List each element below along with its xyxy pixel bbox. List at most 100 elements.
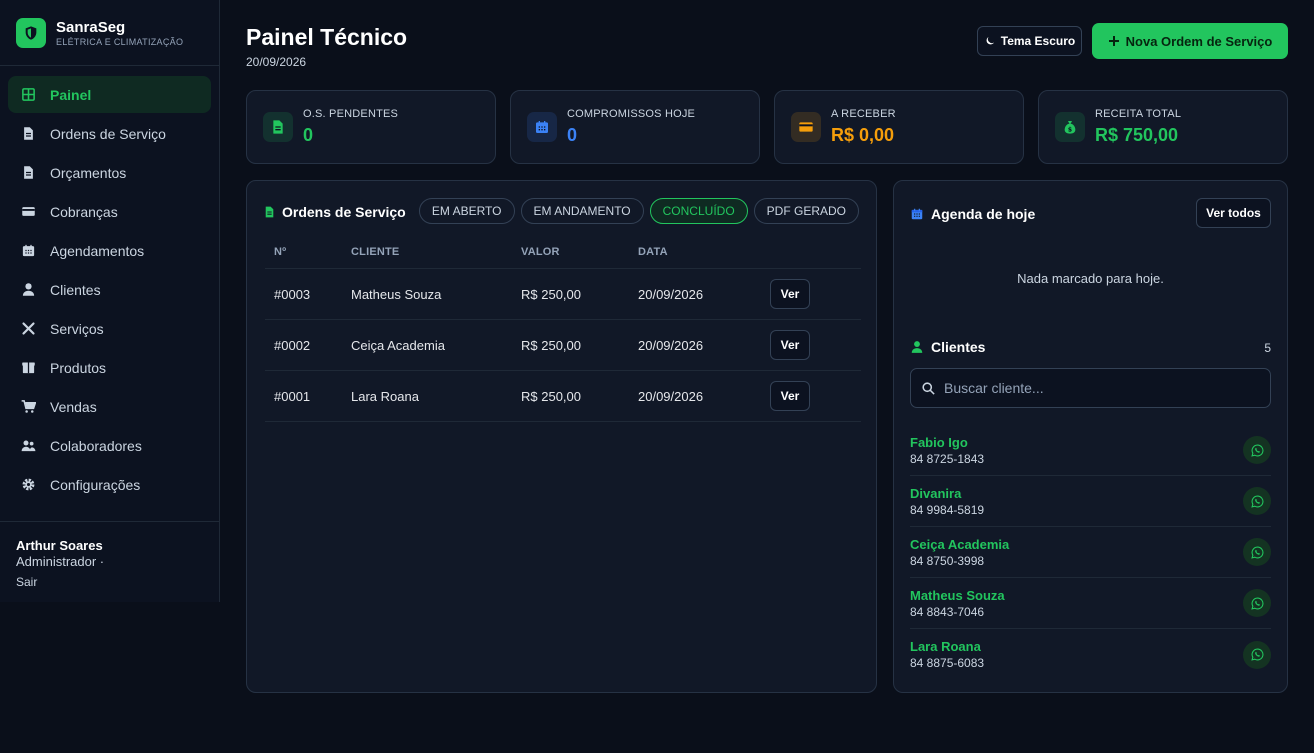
client-phone: 84 8843-7046 — [910, 604, 985, 619]
brand-subtitle: ELÉTRICA E CLIMATIZAÇÃO — [56, 36, 184, 47]
client-phone: 84 8725-1843 — [910, 451, 985, 466]
sidebar-item-clientes[interactable]: Clientes — [8, 271, 211, 308]
stat-value: 0 — [567, 125, 578, 145]
sidebar-item-label: Orçamentos — [50, 164, 127, 181]
stat-value: R$ 750,00 — [1095, 125, 1179, 145]
search-icon — [922, 381, 935, 395]
sidebar-item-vendas[interactable]: Vendas — [8, 388, 211, 425]
agenda-clients-panel: Agenda de hoje Ver todos Nada marcado pa… — [893, 180, 1288, 693]
view-order-button[interactable]: Ver — [770, 381, 810, 411]
table-row: #0003 Matheus Souza R$ 250,00 20/09/2026 Ver — [265, 269, 861, 320]
column-header-value: VALOR — [521, 245, 560, 258]
new-service-order-button[interactable]: Nova Ordem de Serviço — [1092, 23, 1288, 59]
theme-toggle-button[interactable]: Tema Escuro — [977, 26, 1082, 56]
sidebar-item-label: Painel — [50, 86, 92, 103]
order-client: Lara Roana — [351, 388, 419, 404]
sidebar: SanraSeg ELÉTRICA E CLIMATIZAÇÃO Painel O… — [0, 0, 220, 602]
view-all-button[interactable]: Ver todos — [1196, 198, 1271, 228]
sidebar-item-label: Produtos — [50, 359, 107, 376]
shield-icon — [16, 17, 46, 48]
clients-title: Clientes — [910, 339, 985, 355]
sidebar-item-servicos[interactable]: Serviços — [8, 310, 211, 347]
document-icon — [265, 206, 274, 218]
user-info: Arthur Soares Administrador · Sair — [0, 521, 219, 605]
stat-label: RECEITA TOTAL — [1095, 108, 1182, 120]
users-icon — [20, 438, 36, 454]
sidebar-item-label: Ordens de Serviço — [50, 125, 166, 142]
whatsapp-icon[interactable] — [1243, 487, 1271, 515]
client-name[interactable]: Ceiça Academia — [910, 537, 1009, 552]
user-name: Arthur Soares — [16, 538, 103, 553]
sidebar-item-configuracoes[interactable]: Configurações — [8, 466, 211, 503]
stat-value: 0 — [303, 125, 314, 145]
sidebar-item-label: Configurações — [50, 476, 141, 493]
order-value: R$ 250,00 — [521, 286, 581, 302]
sidebar-item-label: Colaboradores — [50, 437, 142, 454]
client-search — [910, 368, 1271, 408]
order-client: Matheus Souza — [351, 286, 442, 302]
brand: SanraSeg ELÉTRICA E CLIMATIZAÇÃO — [0, 0, 219, 66]
view-order-button[interactable]: Ver — [770, 279, 810, 309]
order-date: 20/09/2026 — [638, 388, 704, 404]
service-orders-title: Ordens de Serviço — [263, 204, 406, 220]
view-order-button[interactable]: Ver — [770, 330, 810, 360]
user-icon — [20, 282, 36, 298]
service-orders-title-label: Ordens de Serviço — [282, 204, 406, 220]
box-icon — [20, 360, 36, 376]
sidebar-item-ordens-de-servico[interactable]: Ordens de Serviço — [8, 115, 211, 152]
grid-icon — [20, 87, 36, 103]
stat-label: O.S. PENDENTES — [303, 108, 399, 120]
brand-name: SanraSeg — [56, 18, 126, 36]
sidebar-item-label: Clientes — [50, 281, 101, 298]
filter-chip-em-andamento[interactable]: EM ANDAMENTO — [520, 198, 644, 224]
client-phone: 84 8750-3998 — [910, 553, 985, 568]
agenda-empty-message: Nada marcado para hoje. — [1017, 271, 1164, 286]
filter-chip-pdf-gerado[interactable]: PDF GERADO — [753, 198, 859, 224]
list-item: Divanira 84 9984-5819 — [910, 476, 1271, 527]
plus-icon — [1108, 36, 1119, 46]
filter-chip-em-aberto[interactable]: EM ABERTO — [418, 198, 515, 224]
sidebar-item-painel[interactable]: Painel — [8, 76, 211, 113]
page-title: Painel Técnico — [246, 24, 408, 50]
list-item: Matheus Souza 84 8843-7046 — [910, 578, 1271, 629]
client-phone: 84 8875-6083 — [910, 656, 985, 670]
whatsapp-icon[interactable] — [1243, 589, 1271, 617]
credit-card-icon — [791, 112, 821, 142]
order-number: #0003 — [274, 286, 311, 302]
order-number: #0001 — [274, 388, 311, 404]
client-name[interactable]: Matheus Souza — [910, 588, 1005, 603]
sidebar-item-cobrancas[interactable]: Cobranças — [8, 193, 211, 230]
sidebar-item-agendamentos[interactable]: Agendamentos — [8, 232, 211, 269]
column-header-client: CLIENTE — [351, 245, 400, 258]
list-item: Fabio Igo 84 8725-1843 — [910, 425, 1271, 476]
calendar-icon — [20, 243, 36, 259]
order-date: 20/09/2026 — [638, 286, 704, 302]
sidebar-item-colaboradores[interactable]: Colaboradores — [8, 427, 211, 464]
whatsapp-icon[interactable] — [1243, 538, 1271, 566]
filter-chip-concluido[interactable]: CONCLUÍDO — [649, 198, 748, 224]
clients-title-label: Clientes — [931, 339, 986, 355]
client-name[interactable]: Divanira — [910, 486, 984, 501]
money-bag-icon: $ — [1055, 112, 1085, 142]
whatsapp-icon[interactable] — [1243, 640, 1271, 669]
credit-card-icon — [20, 204, 36, 220]
client-search-input[interactable] — [944, 380, 1244, 396]
tools-icon — [20, 321, 36, 337]
logout-link[interactable]: Sair — [16, 575, 203, 589]
agenda-title-label: Agenda de hoje — [931, 206, 1036, 222]
sidebar-nav: Painel Ordens de Serviço Orçamentos Cobranç… — [0, 66, 219, 515]
client-name[interactable]: Fabio Igo — [910, 435, 984, 450]
order-date: 20/09/2026 — [638, 337, 704, 353]
user-icon — [911, 341, 923, 353]
client-name[interactable]: Lara Roana — [910, 639, 984, 654]
table-header: Nº CLIENTE VALOR DATA — [265, 235, 861, 269]
sidebar-item-orcamentos[interactable]: Orçamentos — [8, 154, 211, 191]
whatsapp-icon[interactable] — [1243, 436, 1271, 464]
calendar-icon — [911, 208, 923, 220]
stat-value: R$ 0,00 — [831, 125, 895, 145]
svg-text:$: $ — [1068, 127, 1072, 134]
new-service-order-label: Nova Ordem de Serviço — [1125, 33, 1273, 49]
moon-icon — [986, 37, 994, 45]
sidebar-item-produtos[interactable]: Produtos — [8, 349, 211, 386]
service-orders-panel: Ordens de Serviço EM ABERTO EM ANDAMENTO C… — [246, 180, 877, 693]
